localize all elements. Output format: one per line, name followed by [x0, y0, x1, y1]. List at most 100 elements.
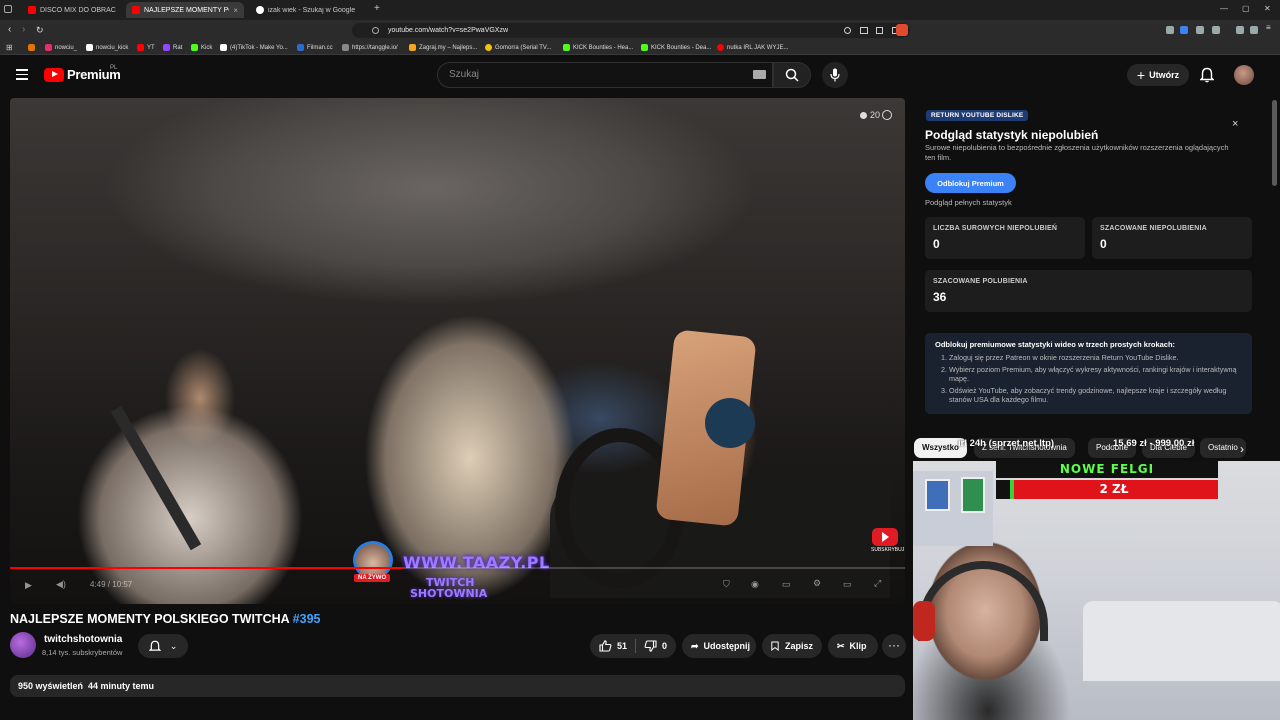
- site-info-icon[interactable]: [372, 27, 379, 34]
- full-stats-preview-link[interactable]: Podgląd pełnych statystyk: [925, 198, 1012, 207]
- share-arrow-icon: ➦: [691, 640, 699, 651]
- bookmark-item[interactable]: Rat: [163, 42, 182, 53]
- address-bar[interactable]: youtube.com/watch?v=se2PwaVGXzw: [352, 23, 910, 38]
- volume-icon[interactable]: ◀): [56, 579, 66, 590]
- chevron-right-icon[interactable]: ›: [1240, 442, 1244, 456]
- bookmark-item[interactable]: KICK Bounties - Dea...: [641, 42, 711, 53]
- browser-tab-najlepsze[interactable]: NAJLEPSZE MOMENTY POLSKI ×: [126, 2, 244, 18]
- create-button[interactable]: + Utwórz: [1127, 64, 1189, 86]
- progress-bar[interactable]: [10, 567, 905, 569]
- bookmark-item[interactable]: (4)TikTok - Make Yo...: [220, 42, 288, 53]
- user-avatar[interactable]: [1234, 65, 1254, 85]
- voice-search-button[interactable]: [822, 62, 848, 88]
- play-icon[interactable]: ▶: [25, 580, 32, 591]
- youtube-play-logo-icon: [44, 67, 64, 82]
- bookmark-item[interactable]: Gomorra (Serial TV...: [485, 42, 551, 53]
- clip-button[interactable]: ✂ Klip: [828, 634, 878, 658]
- menu-icon[interactable]: ≡: [1266, 23, 1274, 32]
- filman-icon: [297, 44, 304, 51]
- extension-icon[interactable]: [1180, 26, 1188, 34]
- bookmark-item[interactable]: KICK Bounties - Hea...: [563, 42, 633, 53]
- fullscreen-icon[interactable]: ⤢: [874, 578, 881, 589]
- scissors-icon: ✂: [837, 640, 845, 651]
- browser-tab-disco[interactable]: DISCO MIX DO OBRACANIA PO: [22, 2, 122, 18]
- minimize-button[interactable]: —: [1220, 4, 1228, 13]
- tab-actions-icon[interactable]: [4, 5, 12, 13]
- notifications-button[interactable]: [1200, 67, 1214, 83]
- maximize-button[interactable]: ▢: [1242, 4, 1250, 13]
- extension-icon[interactable]: [1196, 26, 1204, 34]
- bookmark-item[interactable]: Kick: [191, 42, 212, 53]
- theater-mode-icon[interactable]: ▭: [843, 579, 852, 590]
- close-tab-icon[interactable]: ×: [233, 6, 238, 15]
- more-actions-button[interactable]: ···: [882, 634, 906, 658]
- dislike-button[interactable]: 0: [644, 640, 667, 652]
- premium-step: Wybierz poziom Premium, aby włączyć wykr…: [949, 365, 1242, 384]
- premium-step: Odśwież YouTube, aby zobaczyć trendy god…: [949, 386, 1242, 405]
- apps-grid-icon[interactable]: ⊞: [6, 43, 13, 52]
- browser-toolbar: ‹ › ↻ youtube.com/watch?v=se2PwaVGXzw ≡: [0, 20, 1280, 40]
- globe-icon: [342, 44, 349, 51]
- browser-tab-google[interactable]: izak wiek - Szukaj w Google: [250, 2, 370, 18]
- bookmark-favicon-icon: [28, 44, 35, 51]
- bookmark-item[interactable]: nowciu_: [45, 42, 77, 53]
- forward-arrow-icon[interactable]: ›: [22, 24, 25, 36]
- channel-name[interactable]: twitchshotownia: [44, 634, 122, 645]
- goal-amount: 2 ZŁ: [1099, 482, 1129, 496]
- brave-shield-icon[interactable]: [896, 24, 908, 36]
- subscribe-watermark-icon[interactable]: [872, 528, 898, 546]
- autoplay-icon[interactable]: ◉: [751, 579, 759, 590]
- like-count: 51: [617, 641, 628, 651]
- browser-tab-bar: DISCO MIX DO OBRACANIA PO NAJLEPSZE MOME…: [0, 0, 1280, 20]
- wallet-icon[interactable]: [1250, 26, 1258, 34]
- bookmark-item[interactable]: https://tanggle.io/: [342, 42, 398, 53]
- youtube-favicon-icon: [28, 6, 36, 14]
- channel-avatar[interactable]: [10, 632, 36, 658]
- player-timer: 20: [860, 110, 893, 120]
- google-favicon-icon: [256, 6, 264, 14]
- premium-heading: Odblokuj premiumowe statystyki wideo w t…: [935, 340, 1176, 349]
- bookmark-item[interactable]: nutka IRL JAK WYJE...: [717, 42, 788, 53]
- kick-icon: [563, 44, 570, 51]
- unlock-premium-button[interactable]: Odblokuj Premium: [925, 173, 1016, 193]
- share-page-icon[interactable]: [876, 27, 883, 34]
- search-input[interactable]: Szukaj: [437, 62, 773, 88]
- stat-card-estimated-dislikes: SZACOWANE NIEPOLUBIENIA 0: [1092, 217, 1252, 259]
- youtube-favicon-icon: [132, 6, 140, 14]
- keyboard-icon[interactable]: [753, 70, 766, 79]
- country-code: PL: [110, 65, 118, 71]
- share-button[interactable]: ➦ Udostępnij: [682, 634, 756, 658]
- bookmark-item[interactable]: Zagraj.my – Najleps...: [409, 42, 477, 53]
- premium-steps-list: Zaloguj się przez Patreon w oknie rozsze…: [935, 353, 1242, 405]
- reload-icon[interactable]: ↻: [36, 24, 44, 36]
- back-arrow-icon[interactable]: ‹: [8, 24, 11, 36]
- hashtag-link[interactable]: #395: [293, 612, 321, 626]
- close-window-button[interactable]: ✕: [1264, 4, 1271, 13]
- close-icon[interactable]: ×: [1232, 118, 1238, 130]
- search-button[interactable]: [773, 62, 811, 88]
- subtitles-icon[interactable]: ▭: [782, 579, 791, 590]
- chip-recent[interactable]: Ostatnio: [1200, 438, 1246, 458]
- miniplayer-shield-icon[interactable]: ⛉: [723, 579, 730, 590]
- media-icon[interactable]: [1236, 26, 1244, 34]
- cast-icon[interactable]: [860, 27, 868, 34]
- extension-icon[interactable]: [1212, 26, 1220, 34]
- save-button[interactable]: Zapisz: [762, 634, 822, 658]
- youtube-premium-logo[interactable]: Premium PL: [44, 65, 121, 82]
- page-scrollbar[interactable]: [1272, 100, 1277, 186]
- settings-gear-icon[interactable]: ⚙: [813, 578, 821, 589]
- bookmark-item[interactable]: [28, 42, 38, 53]
- bookmark-item[interactable]: nowciu_kick: [86, 42, 128, 53]
- description-box[interactable]: 950 wyświetleń 44 minuty temu: [10, 675, 905, 697]
- goal-title: NOWE FELGI: [996, 461, 1218, 478]
- video-player[interactable]: 20 NA ŻYWO WWW.TAAZY.PL TWITCH SHOTOWNIA…: [10, 98, 905, 604]
- new-tab-button[interactable]: +: [374, 3, 380, 14]
- microphone-icon: [830, 68, 840, 82]
- like-button[interactable]: 51: [599, 640, 627, 652]
- bookmark-item[interactable]: Filman.cc: [297, 42, 333, 53]
- bookmark-item[interactable]: YT: [137, 42, 155, 53]
- subscription-bell-button[interactable]: ⌄: [138, 634, 188, 658]
- menu-icon[interactable]: [16, 69, 28, 81]
- extension-icon[interactable]: [1166, 26, 1174, 34]
- zoom-icon[interactable]: [844, 27, 851, 34]
